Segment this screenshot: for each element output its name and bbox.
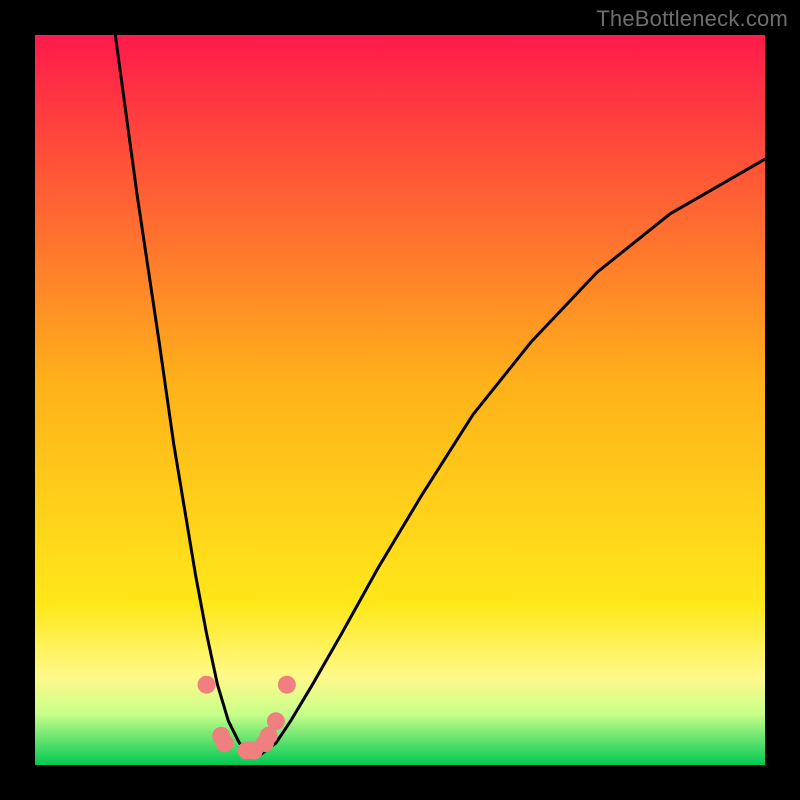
data-point bbox=[278, 676, 296, 694]
data-point bbox=[216, 734, 234, 752]
gradient-bg bbox=[35, 35, 765, 765]
chart-frame: TheBottleneck.com bbox=[0, 0, 800, 800]
data-point bbox=[267, 712, 285, 730]
watermark-text: TheBottleneck.com bbox=[596, 6, 788, 32]
plot-area bbox=[35, 35, 765, 765]
data-point bbox=[198, 676, 216, 694]
chart-svg bbox=[35, 35, 765, 765]
